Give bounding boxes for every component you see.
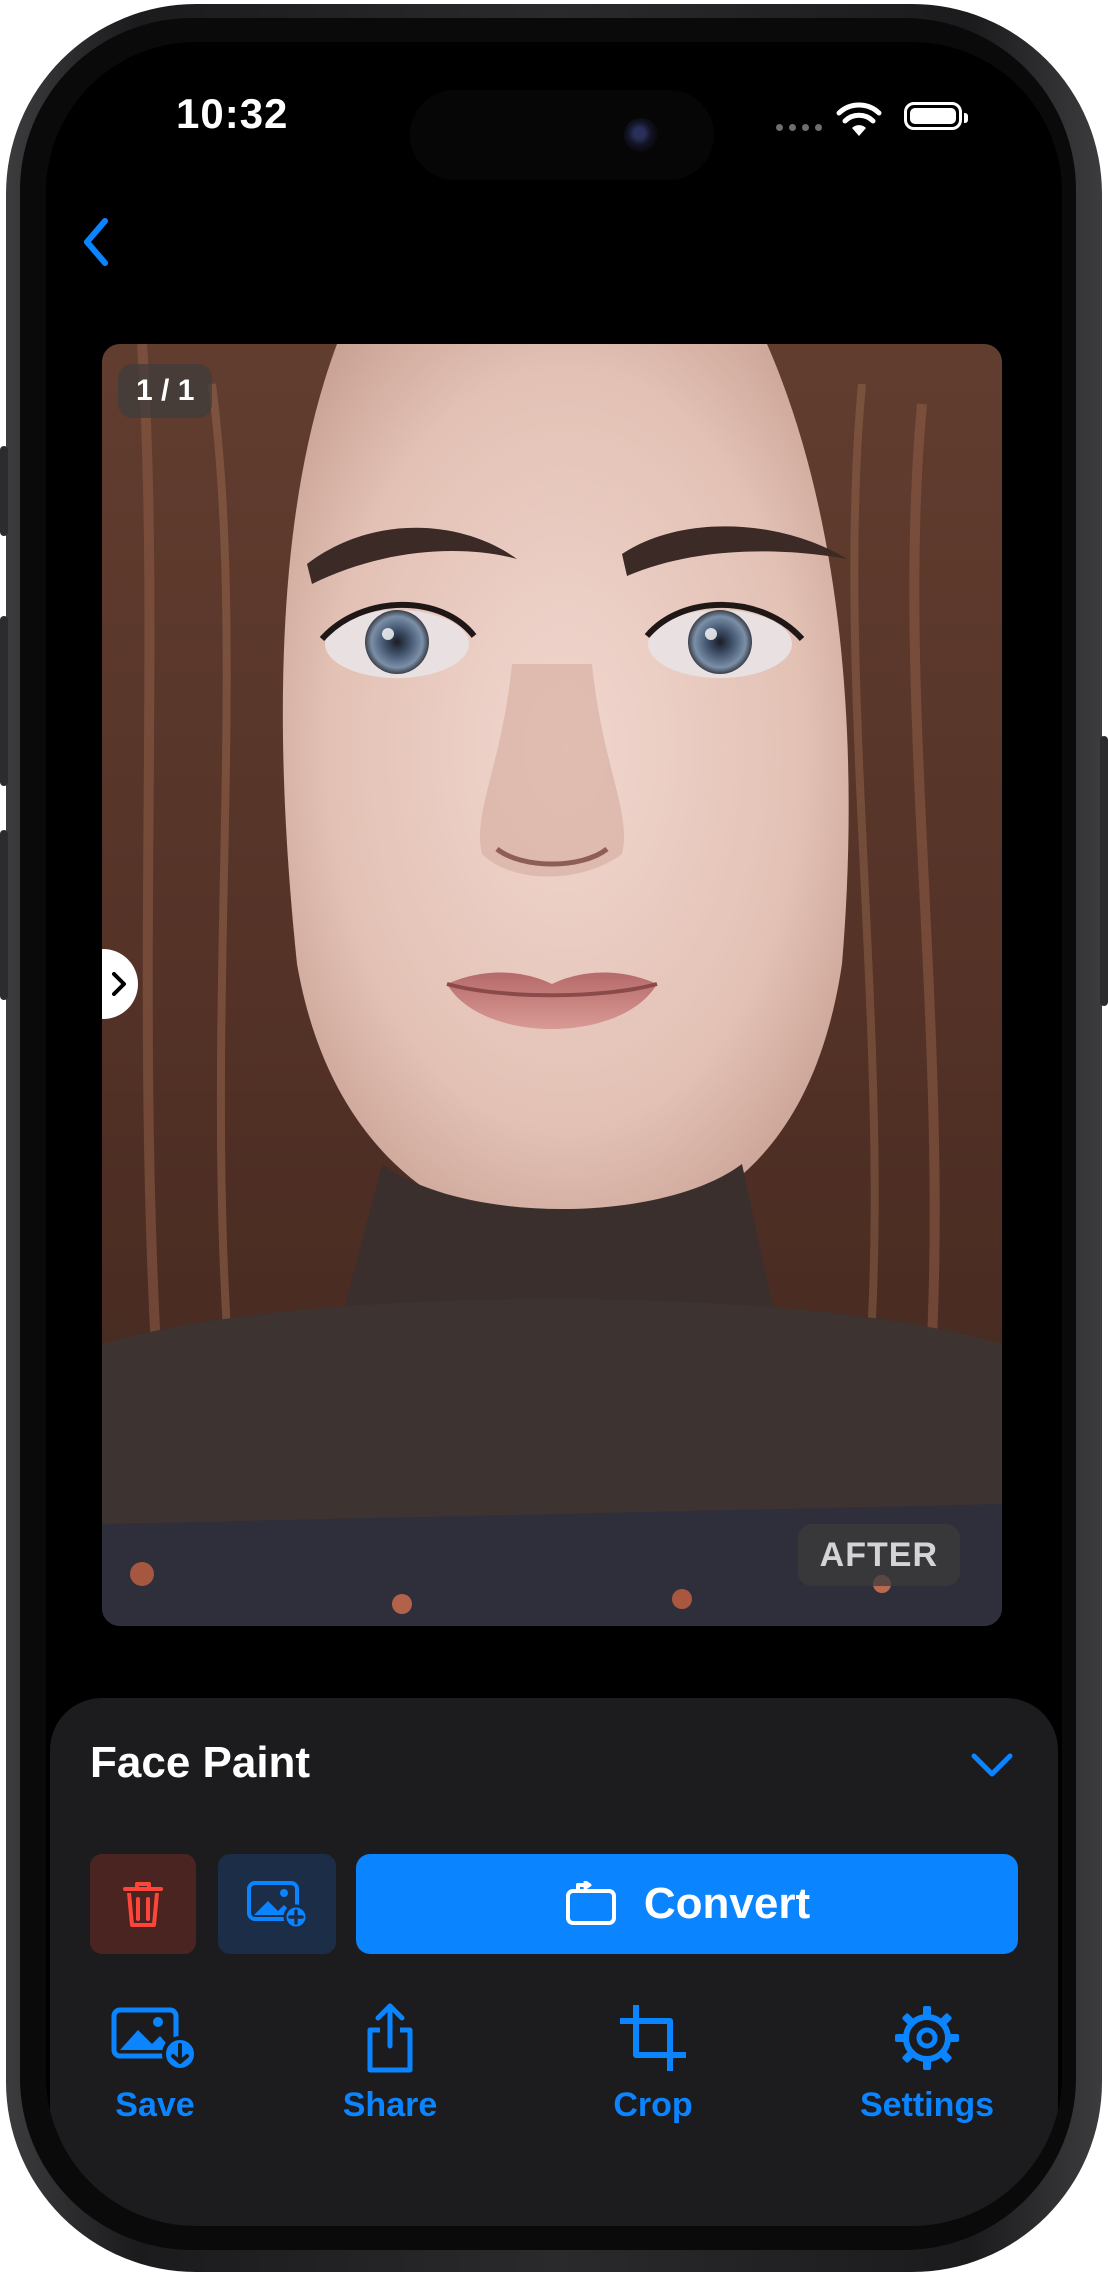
back-button[interactable]: [66, 202, 126, 282]
after-label: AFTER: [797, 1524, 960, 1586]
photo-viewer[interactable]: 1 / 1 AFTER: [102, 344, 1002, 1626]
tab-crop-label: Crop: [613, 2086, 693, 2124]
page-indicator: 1 / 1: [118, 364, 213, 418]
action-button: [0, 446, 8, 536]
save-photo-icon: [111, 2007, 198, 2072]
add-photo-icon: [247, 1881, 308, 1929]
portrait-image: [102, 344, 1002, 1626]
tab-settings-label: Settings: [859, 2086, 995, 2124]
volume-up-button: [0, 616, 8, 786]
effect-panel: Face Paint Convert Save Share Crop Setti…: [50, 1698, 1058, 2226]
gear-icon: [895, 2006, 959, 2070]
convert-button[interactable]: Convert: [356, 1854, 1018, 1954]
crop-icon: [620, 2005, 686, 2071]
battery-icon: [904, 102, 968, 130]
tab-crop[interactable]: Crop: [588, 1998, 718, 2125]
tab-share[interactable]: Share: [325, 1998, 455, 2125]
chevron-left-icon: [84, 218, 108, 266]
chevron-right-icon: [112, 972, 126, 996]
collapse-panel-button[interactable]: [962, 1740, 1022, 1790]
share-icon: [367, 2003, 413, 2073]
trash-icon: [123, 1882, 163, 1927]
tab-save[interactable]: Save: [90, 1998, 220, 2125]
cellular-signal-icon: [776, 124, 822, 131]
delete-button[interactable]: [90, 1854, 196, 1954]
volume-down-button: [0, 830, 8, 1000]
front-camera: [624, 118, 658, 152]
convert-label: Convert: [643, 1879, 811, 1928]
dynamic-island: [410, 90, 714, 180]
add-image-button[interactable]: [218, 1854, 336, 1954]
convert-icon: [565, 1881, 616, 1925]
screen: 10:32 1 / 1 AFTER Face Paint Convert Sav…: [46, 42, 1062, 2226]
bottom-toolbar: Save Share Crop Settings: [50, 1998, 1058, 2138]
tab-save-label: Save: [115, 2086, 195, 2124]
power-button: [1100, 736, 1108, 1006]
effect-name: Face Paint: [90, 1738, 311, 1787]
status-time: 10:32: [176, 90, 289, 137]
tab-share-label: Share: [342, 2086, 438, 2124]
wifi-icon: [836, 102, 882, 136]
chevron-down-icon: [971, 1753, 1013, 1777]
tab-settings[interactable]: Settings: [852, 1998, 1002, 2125]
